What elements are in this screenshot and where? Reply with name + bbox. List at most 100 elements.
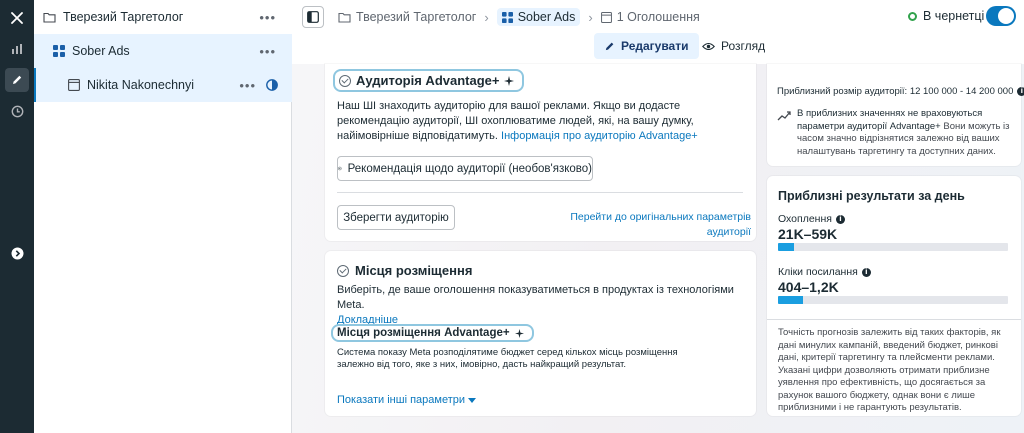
tree-item-adset[interactable]: Sober Ads •••: [34, 34, 292, 68]
plus-circle-icon: [338, 166, 342, 171]
audience-divider: [337, 192, 743, 193]
draft-status: В чернетці: [908, 9, 984, 23]
info-icon[interactable]: i: [835, 214, 845, 224]
trend-icon: [777, 110, 791, 124]
show-more-options-link[interactable]: Показати інші параметри: [337, 393, 476, 408]
breadcrumb-adset[interactable]: Sober Ads: [496, 8, 581, 26]
pencil-icon: [605, 42, 614, 50]
grid-icon: [53, 45, 65, 57]
breadcrumb-label: Тверезий Таргетолог: [356, 10, 477, 24]
breadcrumb-label: Sober Ads: [517, 10, 576, 24]
info-icon[interactable]: i: [861, 267, 871, 277]
ad-toggle-switch[interactable]: [986, 6, 1016, 26]
clock-icon: [11, 105, 23, 117]
edit-mode-button[interactable]: [5, 68, 29, 92]
sparkle-icon: [504, 75, 515, 86]
save-audience-label: Зберегти аудиторію: [343, 211, 449, 224]
chevron-right-icon: ›: [588, 9, 593, 25]
audience-card: Аудиторія Advantage+ Наш ШІ знаходить ау…: [325, 64, 756, 241]
review-label: Розгляд: [721, 39, 766, 53]
placements-title-text: Місця розміщення: [355, 263, 473, 278]
placements-description: Виберіть, де ваше оголошення показуватим…: [337, 283, 747, 328]
reach-value: 21K–59K: [778, 226, 838, 242]
save-audience-button[interactable]: Зберегти аудиторію: [337, 205, 455, 230]
top-header: Тверезий Таргетолог › Sober Ads › 1 Огол…: [292, 0, 1024, 64]
reach-bar: [778, 243, 1008, 251]
show-more-label: Показати інші параметри: [337, 394, 465, 406]
advantage-placements-description: Система показу Meta розподілятиме бюджет…: [337, 347, 678, 370]
advantage-placements-title: Місця розміщення Advantage+: [331, 324, 534, 342]
folder-icon: [43, 12, 56, 23]
more-options-icon[interactable]: •••: [259, 11, 276, 24]
daily-results-title: Приблизні результати за день: [778, 189, 965, 203]
clicks-bar-fill: [778, 296, 804, 304]
audience-size-row: Приблизний розмір аудиторії: 12 100 000 …: [777, 86, 1024, 97]
status-label: В чернетці: [923, 9, 985, 23]
original-audience-link[interactable]: Перейти до оригінальних параметрів аудит…: [529, 210, 751, 240]
reach-bar-fill: [778, 243, 795, 251]
expand-rail-button[interactable]: [5, 241, 29, 265]
edit-tab-button[interactable]: Редагувати: [594, 33, 699, 59]
audience-suggestion-button[interactable]: Рекомендація щодо аудиторії (необов'язко…: [337, 156, 593, 181]
reports-button[interactable]: [5, 37, 29, 61]
review-tab-button[interactable]: Розгляд: [696, 33, 771, 59]
breadcrumb-label: 1 Оголошення: [616, 10, 700, 24]
folder-icon: [338, 12, 351, 23]
reach-label: Охоплення i: [778, 213, 845, 225]
left-rail: [0, 0, 34, 433]
results-divider: [767, 319, 1021, 320]
audience-info-link[interactable]: Інформація про аудиторію Advantage+: [501, 130, 698, 142]
clicks-value: 404–1,2K: [778, 279, 839, 295]
ad-icon: [68, 79, 80, 91]
audience-title-text: Аудиторія Advantage+: [356, 73, 500, 88]
chevron-right-icon: ›: [484, 9, 489, 25]
audience-size-label: Приблизний розмір аудиторії: 12 100 000 …: [777, 86, 1014, 97]
breadcrumb: Тверезий Таргетолог › Sober Ads › 1 Огол…: [338, 7, 700, 27]
placements-description-text: Виберіть, де ваше оголошення показуватим…: [337, 284, 734, 311]
breadcrumb-campaign[interactable]: Тверезий Таргетолог: [338, 10, 476, 24]
history-button[interactable]: [5, 99, 29, 123]
placements-card: Місця розміщення Виберіть, де ваше оголо…: [325, 251, 756, 416]
tree-item-label: Sober Ads: [72, 44, 130, 58]
toggle-panel-button[interactable]: [302, 6, 324, 28]
chart-icon: [12, 44, 22, 54]
edit-label: Редагувати: [621, 39, 689, 53]
caret-down-icon: [468, 398, 476, 403]
daily-results-card: Приблизні результати за день Охоплення i…: [767, 176, 1021, 416]
tree-item-label: Тверезий Таргетолог: [63, 10, 184, 24]
editor-canvas: Аудиторія Advantage+ Наш ШІ знаходить ау…: [292, 64, 1024, 433]
close-icon: [11, 12, 23, 24]
more-options-icon[interactable]: •••: [259, 45, 276, 58]
contrast-icon[interactable]: [266, 79, 278, 91]
breadcrumb-ad[interactable]: 1 Оголошення: [600, 10, 700, 24]
clicks-bar: [778, 296, 1008, 304]
switch-knob: [998, 8, 1014, 24]
tree-item-ad[interactable]: Nikita Nakonechnyi •••: [34, 68, 292, 102]
audience-suggestion-label: Рекомендація щодо аудиторії (необов'язко…: [347, 162, 592, 175]
tree-item-label: Nikita Nakonechnyi: [87, 78, 194, 92]
sparkle-icon: [514, 328, 524, 338]
clicks-label-text: Кліки посилання: [778, 266, 858, 278]
expand-icon: [11, 247, 23, 259]
results-disclaimer: Точність прогнозів залежить від таких фа…: [778, 327, 1001, 413]
audience-size-note: В приблизних значеннях не враховуються п…: [797, 108, 1011, 158]
advantage-placements-text: Місця розміщення Advantage+: [337, 327, 510, 339]
more-options-icon[interactable]: •••: [239, 79, 256, 92]
campaign-tree: Тверезий Таргетолог ••• Sober Ads ••• Ni…: [34, 0, 292, 433]
check-circle-icon: [337, 264, 349, 277]
status-dot-icon: [908, 11, 917, 21]
reach-label-text: Охоплення: [778, 213, 832, 225]
check-circle-icon: [339, 74, 351, 87]
close-button[interactable]: [5, 6, 29, 30]
placements-title: Місця розміщення: [337, 263, 472, 278]
audience-description: Наш ШІ знаходить аудиторію для вашої рек…: [337, 99, 747, 144]
panel-icon: [307, 11, 319, 23]
tree-item-campaign[interactable]: Тверезий Таргетолог •••: [34, 0, 292, 34]
ad-icon: [600, 11, 612, 23]
clicks-label: Кліки посилання i: [778, 266, 871, 278]
eye-icon: [702, 42, 715, 50]
audience-size-card: Приблизний розмір аудиторії: 12 100 000 …: [767, 64, 1024, 166]
audience-title: Аудиторія Advantage+: [333, 69, 525, 92]
info-icon[interactable]: i: [1017, 87, 1024, 96]
grid-icon: [501, 11, 513, 23]
